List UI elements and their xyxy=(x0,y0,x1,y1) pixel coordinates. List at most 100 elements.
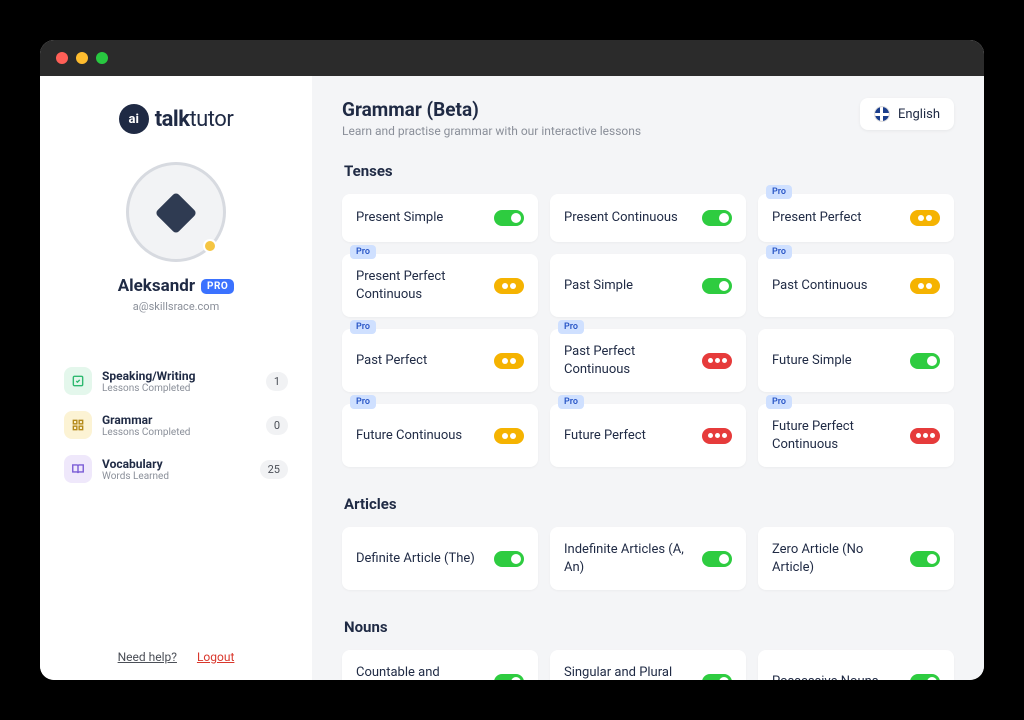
page-title: Grammar (Beta) xyxy=(342,98,641,121)
user-email: a@skillsrace.com xyxy=(133,300,219,313)
brand-name: talktutor xyxy=(155,107,234,132)
lesson-title: Past Perfect xyxy=(356,352,435,370)
page-subtitle: Learn and practise grammar with our inte… xyxy=(342,124,641,138)
lesson-card[interactable]: ProPast Perfect xyxy=(342,329,538,392)
difficulty-indicator xyxy=(910,428,940,444)
stat-sub: Words Learned xyxy=(102,471,250,482)
blocks-icon xyxy=(64,411,92,439)
difficulty-indicator xyxy=(494,428,524,444)
difficulty-indicator xyxy=(702,353,732,369)
window-zoom-button[interactable] xyxy=(96,52,108,64)
pro-tag: Pro xyxy=(766,395,792,409)
logout-link[interactable]: Logout xyxy=(197,650,234,664)
flag-uk-icon xyxy=(874,106,890,122)
user-name-row: Aleksandr PRO xyxy=(118,276,235,296)
stat-vocabulary[interactable]: Vocabulary Words Learned 25 xyxy=(64,447,288,491)
avatar[interactable] xyxy=(126,162,226,262)
page-heading: Grammar (Beta) Learn and practise gramma… xyxy=(342,98,641,138)
lesson-title: Future Continuous xyxy=(356,427,470,445)
edit-icon xyxy=(64,367,92,395)
brand-logo[interactable]: ai talktutor xyxy=(119,104,234,134)
sections-root: TensesPresent SimplePresent ContinuousPr… xyxy=(342,162,954,680)
difficulty-indicator xyxy=(910,674,940,680)
lesson-title: Indefinite Articles (A, An) xyxy=(564,541,702,576)
lesson-card[interactable]: Singular and Plural Nouns xyxy=(550,650,746,680)
graduation-cap-icon xyxy=(154,198,198,226)
window-close-button[interactable] xyxy=(56,52,68,64)
lesson-card[interactable]: Zero Article (No Article) xyxy=(758,527,954,590)
lesson-title: Present Perfect xyxy=(772,209,869,227)
app-body: ai talktutor Aleksandr PRO a@skillsrace.… xyxy=(40,76,984,680)
card-grid: Present SimplePresent ContinuousProPrese… xyxy=(342,194,954,467)
lesson-card[interactable]: ProPresent Perfect xyxy=(758,194,954,242)
lesson-card[interactable]: Countable and Uncountable Nouns xyxy=(342,650,538,680)
lesson-title: Future Simple xyxy=(772,352,860,370)
lesson-card[interactable]: Present Continuous xyxy=(550,194,746,242)
lesson-card[interactable]: Present Simple xyxy=(342,194,538,242)
help-link[interactable]: Need help? xyxy=(118,650,177,664)
lesson-card[interactable]: Future Simple xyxy=(758,329,954,392)
pro-tag: Pro xyxy=(558,395,584,409)
stat-text: Speaking/Writing Lessons Completed xyxy=(102,369,256,394)
difficulty-indicator xyxy=(702,551,732,567)
lesson-title: Definite Article (The) xyxy=(356,550,483,568)
pro-tag: Pro xyxy=(350,245,376,259)
sidebar-footer: Need help? Logout xyxy=(40,650,312,664)
section-title: Nouns xyxy=(344,618,954,636)
lesson-title: Zero Article (No Article) xyxy=(772,541,910,576)
lesson-card[interactable]: ProPresent Perfect Continuous xyxy=(342,254,538,317)
lesson-title: Present Continuous xyxy=(564,209,686,227)
lesson-title: Past Continuous xyxy=(772,277,876,295)
lesson-card[interactable]: Indefinite Articles (A, An) xyxy=(550,527,746,590)
lesson-card[interactable]: ProFuture Perfect xyxy=(550,404,746,467)
difficulty-indicator xyxy=(702,278,732,294)
stat-text: Vocabulary Words Learned xyxy=(102,457,250,482)
stat-count: 0 xyxy=(266,416,288,435)
lesson-card[interactable]: Definite Article (The) xyxy=(342,527,538,590)
difficulty-indicator xyxy=(910,353,940,369)
difficulty-indicator xyxy=(494,210,524,226)
lesson-card[interactable]: ProFuture Continuous xyxy=(342,404,538,467)
stat-speaking[interactable]: Speaking/Writing Lessons Completed 1 xyxy=(64,359,288,403)
window-titlebar xyxy=(40,40,984,76)
language-selector[interactable]: English xyxy=(860,98,954,130)
stat-count: 1 xyxy=(266,372,288,391)
stat-text: Grammar Lessons Completed xyxy=(102,413,256,438)
lesson-card[interactable]: ProPast Perfect Continuous xyxy=(550,329,746,392)
difficulty-indicator xyxy=(702,674,732,680)
lesson-title: Present Simple xyxy=(356,209,451,227)
pro-tag: Pro xyxy=(350,395,376,409)
stat-title: Grammar xyxy=(102,413,256,427)
language-label: English xyxy=(898,107,940,122)
difficulty-indicator xyxy=(702,210,732,226)
window-minimize-button[interactable] xyxy=(76,52,88,64)
brand-name-b: tutor xyxy=(189,107,233,132)
app-window: ai talktutor Aleksandr PRO a@skillsrace.… xyxy=(40,40,984,680)
pro-tag: Pro xyxy=(766,185,792,199)
pro-tag: Pro xyxy=(558,320,584,334)
difficulty-indicator xyxy=(494,278,524,294)
difficulty-indicator xyxy=(910,210,940,226)
difficulty-indicator xyxy=(910,551,940,567)
lesson-card[interactable]: ProPast Continuous xyxy=(758,254,954,317)
lesson-title: Singular and Plural Nouns xyxy=(564,664,702,680)
stat-title: Speaking/Writing xyxy=(102,369,256,383)
lesson-card[interactable]: Past Simple xyxy=(550,254,746,317)
card-grid: Countable and Uncountable Nouns Singular … xyxy=(342,650,954,680)
stat-count: 25 xyxy=(260,460,288,479)
sidebar: ai talktutor Aleksandr PRO a@skillsrace.… xyxy=(40,76,312,680)
page-header: Grammar (Beta) Learn and practise gramma… xyxy=(342,98,954,138)
stat-sub: Lessons Completed xyxy=(102,383,256,394)
pro-tag: Pro xyxy=(350,320,376,334)
stats-list: Speaking/Writing Lessons Completed 1 Gra… xyxy=(40,359,312,491)
brand-badge: ai xyxy=(119,104,149,134)
difficulty-indicator xyxy=(494,551,524,567)
lesson-title: Future Perfect Continuous xyxy=(772,418,910,453)
stat-grammar[interactable]: Grammar Lessons Completed 0 xyxy=(64,403,288,447)
lesson-card[interactable]: Possessive Nouns xyxy=(758,650,954,680)
avatar-ring xyxy=(126,162,226,262)
difficulty-indicator xyxy=(494,674,524,680)
lesson-title: Past Simple xyxy=(564,277,641,295)
lesson-card[interactable]: ProFuture Perfect Continuous xyxy=(758,404,954,467)
lesson-title: Past Perfect Continuous xyxy=(564,343,702,378)
